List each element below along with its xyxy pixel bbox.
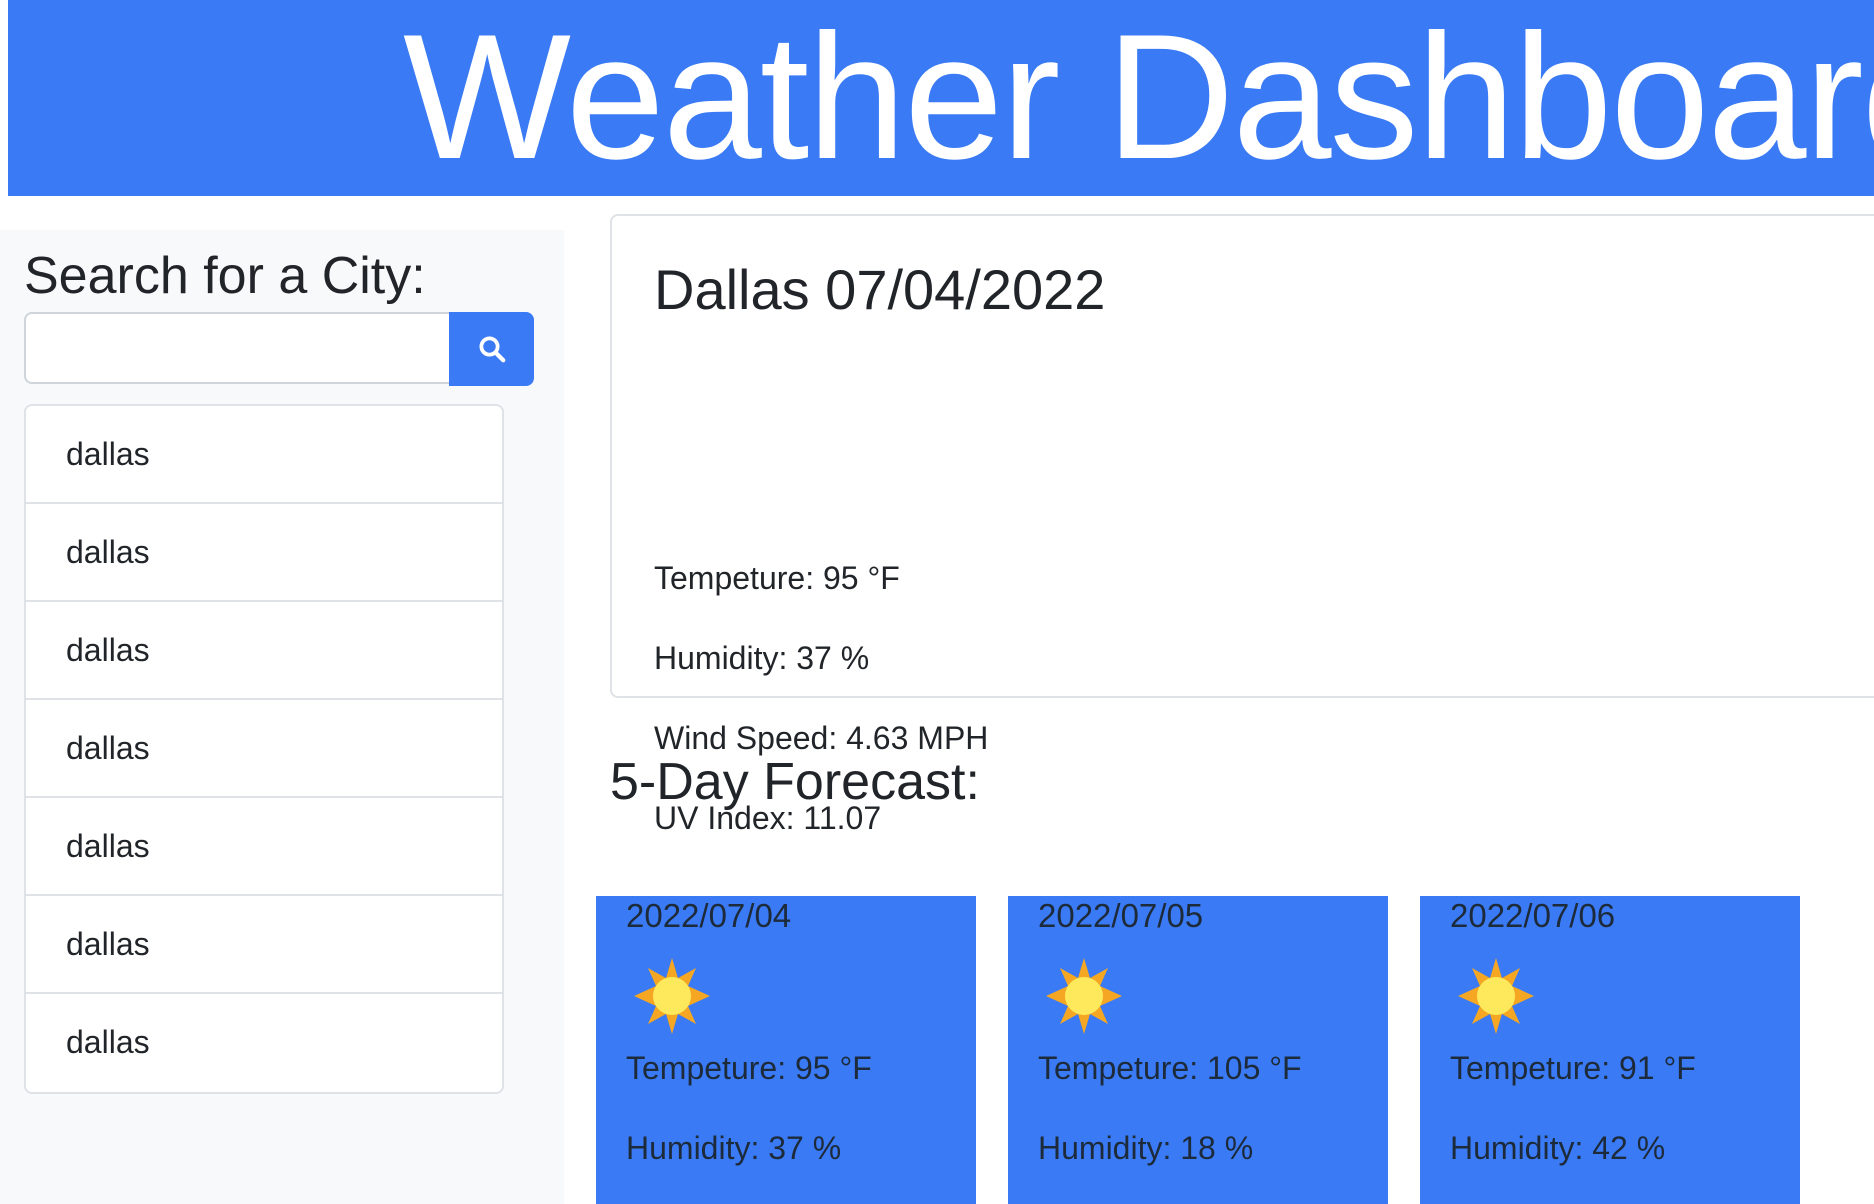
forecast-card: 2022/07/06 Tempeture: 91 °F Humidity: 42…	[1420, 896, 1800, 1204]
history-item[interactable]: dallas	[26, 896, 502, 994]
search-history-list: dallas dallas dallas dallas dallas dalla…	[24, 404, 504, 1094]
forecast-temperature: Tempeture: 105 °F	[1038, 1050, 1302, 1086]
forecast-temperature: Tempeture: 91 °F	[1450, 1050, 1696, 1086]
search-heading: Search for a City:	[24, 247, 426, 305]
current-weather-card: Dallas 07/04/2022 Tempeture: 95 °F Humid…	[610, 214, 1874, 836]
forecast-date: 2022/07/04	[626, 897, 792, 934]
forecast-temperature: Tempeture: 95 °F	[626, 1050, 872, 1086]
history-item[interactable]: dallas	[26, 602, 502, 700]
forecast-card: 2022/07/04 Tempeture: 95 °F Humidity: 37…	[596, 896, 976, 1204]
sidebar: Search for a City: dallas dallas dallas …	[0, 230, 564, 1204]
page-header: Weather Dashboard	[8, 0, 1874, 196]
forecast-card: 2022/07/05 Tempeture: 105 °F Humidity: 1…	[1008, 896, 1388, 1204]
forecast-date: 2022/07/06	[1450, 897, 1616, 934]
sun-icon	[1458, 958, 1534, 1034]
current-humidity: Humidity: 37 %	[654, 640, 870, 676]
forecast-humidity: Humidity: 18 %	[1038, 1130, 1254, 1166]
city-search-input[interactable]	[24, 312, 449, 384]
current-temperature: Tempeture: 95 °F	[654, 560, 900, 596]
current-city-title: Dallas 07/04/2022	[654, 258, 1106, 321]
page-title: Weather Dashboard	[403, 0, 1874, 196]
forecast-humidity: Humidity: 37 %	[626, 1130, 842, 1166]
history-item[interactable]: dallas	[26, 798, 502, 896]
forecast-date: 2022/07/05	[1038, 897, 1204, 934]
search-group	[24, 312, 534, 388]
history-item[interactable]: dallas	[26, 504, 502, 602]
sun-icon	[634, 958, 710, 1034]
search-icon	[479, 336, 505, 363]
forecast-humidity: Humidity: 42 %	[1450, 1130, 1666, 1166]
history-item[interactable]: dallas	[26, 700, 502, 798]
forecast-heading: 5-Day Forecast:	[610, 753, 980, 811]
history-item[interactable]: dallas	[26, 406, 502, 504]
search-button[interactable]	[449, 312, 534, 386]
sun-icon	[1046, 958, 1122, 1034]
history-item[interactable]: dallas	[26, 994, 502, 1092]
